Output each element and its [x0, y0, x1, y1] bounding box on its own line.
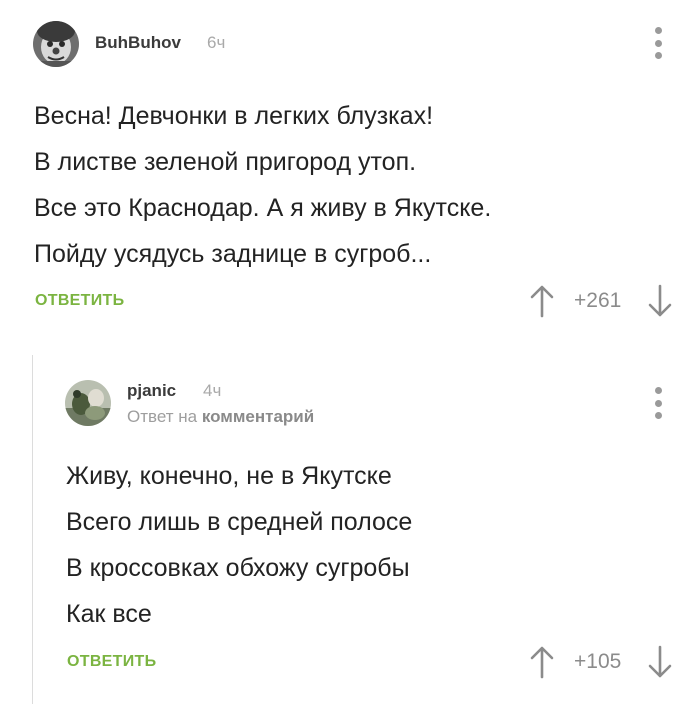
- avatar[interactable]: [65, 380, 111, 426]
- comment-line: Всего лишь в средней полосе: [66, 508, 413, 536]
- comment-line: Как все: [66, 600, 152, 628]
- vote-block: +105: [520, 645, 690, 681]
- comment-line: В листве зеленой пригород утоп.: [34, 148, 417, 176]
- arrow-down-icon[interactable]: [648, 284, 672, 318]
- more-vertical-icon-dot: [654, 52, 662, 59]
- arrow-up-icon[interactable]: [530, 284, 554, 318]
- more-vertical-icon: [654, 27, 662, 34]
- comment-author[interactable]: BuhBuhov: [95, 33, 181, 53]
- comment-line: Все это Краснодар. А я живу в Якутске.: [34, 194, 492, 222]
- reply-to-link[interactable]: комментарий: [202, 407, 314, 426]
- more-vertical-icon: [654, 387, 662, 394]
- clown-avatar-image: [33, 21, 79, 67]
- vote-block: +261: [520, 284, 690, 320]
- comment-body: Живу, конечно, не в Якутске Всего лишь в…: [66, 464, 412, 648]
- avatar-image: [65, 380, 111, 426]
- comment-line: В кроссовках обхожу сугробы: [66, 554, 410, 582]
- reply-to-label: Ответ на комментарий: [127, 407, 314, 427]
- more-vertical-icon-dot: [654, 39, 662, 47]
- comments-page: BuhBuhov 6ч Весна! Девчонки в легких блу…: [0, 0, 700, 704]
- comment-reply: pjanic 4ч Ответ на комментарий Живу, кон…: [0, 355, 700, 704]
- reply-button[interactable]: ОТВЕТИТЬ: [35, 292, 124, 310]
- comment-score: +105: [574, 650, 622, 673]
- avatar[interactable]: [33, 21, 79, 67]
- comment-time: 6ч: [207, 33, 226, 52]
- comment-author[interactable]: pjanic: [127, 381, 176, 401]
- reply-button[interactable]: ОТВЕТИТЬ: [67, 653, 156, 671]
- comment-line: Весна! Девчонки в легких блузках!: [34, 102, 434, 130]
- more-vertical-icon-dot: [654, 412, 662, 419]
- comment: BuhBuhov 6ч Весна! Девчонки в легких блу…: [0, 0, 700, 330]
- comment-time: 4ч: [203, 381, 222, 400]
- more-vertical-icon-dot: [654, 399, 662, 407]
- more-options-button[interactable]: [648, 27, 668, 59]
- arrow-up-icon[interactable]: [530, 645, 554, 679]
- arrow-down-icon[interactable]: [648, 645, 672, 679]
- comment-line: Живу, конечно, не в Якутске: [66, 462, 392, 490]
- comment-score: +261: [574, 289, 622, 312]
- reply-to-prefix: Ответ на: [127, 407, 198, 426]
- comment-line: Пойду усядусь заднице в сугроб...: [34, 240, 432, 268]
- comment-body: Весна! Девчонки в легких блузках! В лист…: [34, 104, 491, 288]
- more-options-button[interactable]: [648, 387, 668, 419]
